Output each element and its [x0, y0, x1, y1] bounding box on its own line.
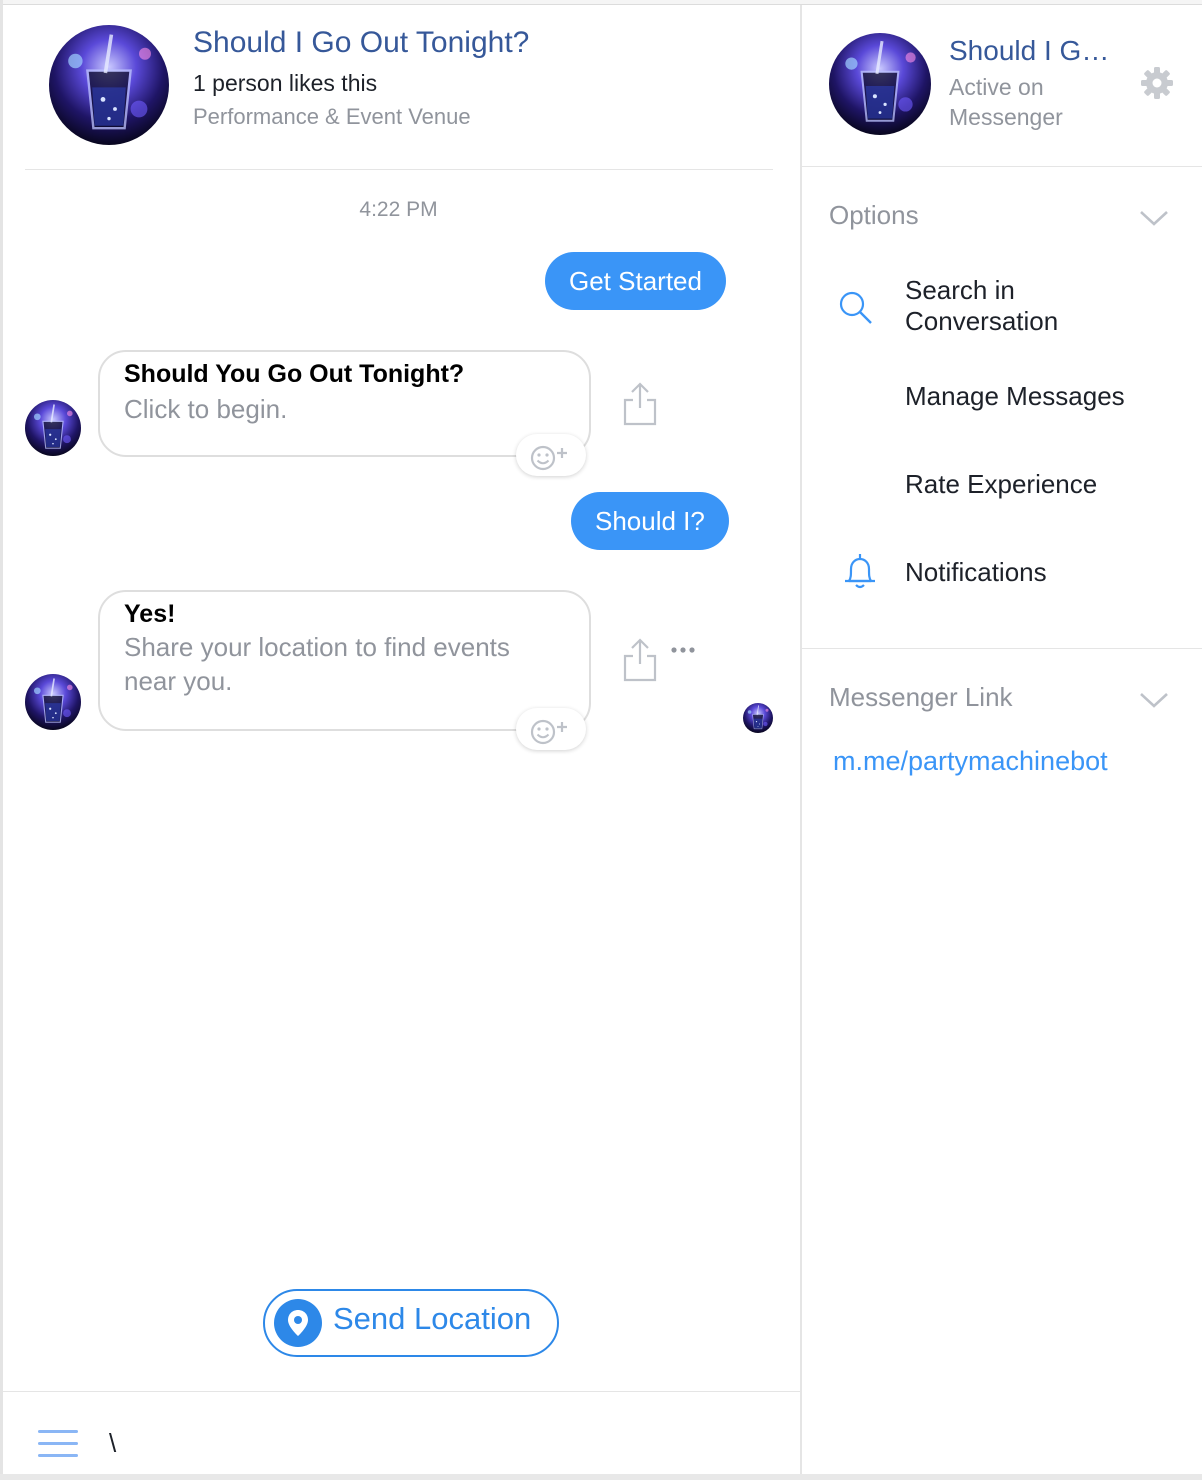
search-icon [836, 288, 876, 328]
more-options-icon[interactable] [666, 642, 700, 658]
send-location-label: Send Location [333, 1301, 532, 1336]
page-title[interactable]: Should I Go Out Tonight? [193, 26, 529, 60]
message-input[interactable]: \ [109, 1428, 116, 1459]
seen-indicator-avatar [743, 703, 773, 733]
share-icon[interactable] [620, 636, 660, 682]
smiley-plus-icon [530, 445, 567, 471]
add-reaction-button[interactable] [516, 434, 586, 476]
chevron-down-icon[interactable] [1137, 690, 1171, 710]
sidebar-option-manage-messages[interactable]: Manage Messages [905, 381, 1125, 412]
outgoing-message[interactable]: Should I? [571, 492, 729, 550]
sidebar-section-divider [802, 648, 1202, 649]
card-subtitle: Click to begin. [124, 394, 288, 424]
location-pin-icon [274, 1299, 322, 1347]
outgoing-message[interactable]: Get Started [545, 252, 726, 310]
page-avatar[interactable] [49, 25, 169, 145]
sidebar-option-rate-experience[interactable]: Rate Experience [905, 469, 1097, 500]
card-title: Should You Go Out Tonight? [124, 360, 465, 388]
page-category: Performance & Event Venue [193, 104, 471, 129]
chevron-down-icon[interactable] [1137, 208, 1171, 228]
add-reaction-button[interactable] [516, 708, 586, 750]
sidebar-option-notifications[interactable]: Notifications [905, 557, 1047, 588]
card-subtitle: Share your location to find events near … [124, 632, 510, 696]
sidebar-title[interactable]: Should I Go Out Tonight? [949, 35, 1115, 67]
share-icon[interactable] [620, 380, 660, 426]
sidebar-section-divider [802, 166, 1202, 167]
gear-icon[interactable] [1140, 66, 1174, 100]
hamburger-menu-icon[interactable] [38, 1428, 80, 1460]
bell-icon [840, 551, 880, 591]
composer-divider [3, 1391, 800, 1392]
sender-avatar [25, 400, 81, 456]
message-timestamp: 4:22 PM [359, 198, 438, 221]
sidebar-divider [800, 5, 802, 1474]
sidebar-avatar[interactable] [829, 33, 931, 135]
sender-avatar [25, 674, 81, 730]
options-section-header[interactable]: Options [829, 200, 919, 231]
smiley-plus-icon [530, 719, 567, 745]
header-divider [25, 169, 773, 170]
window-left-border [0, 0, 3, 1480]
window-top-border [0, 0, 1202, 5]
card-title: Yes! [124, 600, 176, 628]
send-location-button[interactable]: Send Location [263, 1289, 559, 1357]
active-status: Active on Messenger [949, 74, 1063, 130]
sidebar-option-search[interactable]: Search in Conversation [905, 275, 1105, 337]
page-likes-count: 1 person likes this [193, 70, 378, 96]
messenger-link-section-header[interactable]: Messenger Link [829, 682, 1013, 713]
messenger-link[interactable]: m.me/partymachinebot [833, 746, 1108, 777]
window-bottom-border [0, 1474, 1202, 1480]
